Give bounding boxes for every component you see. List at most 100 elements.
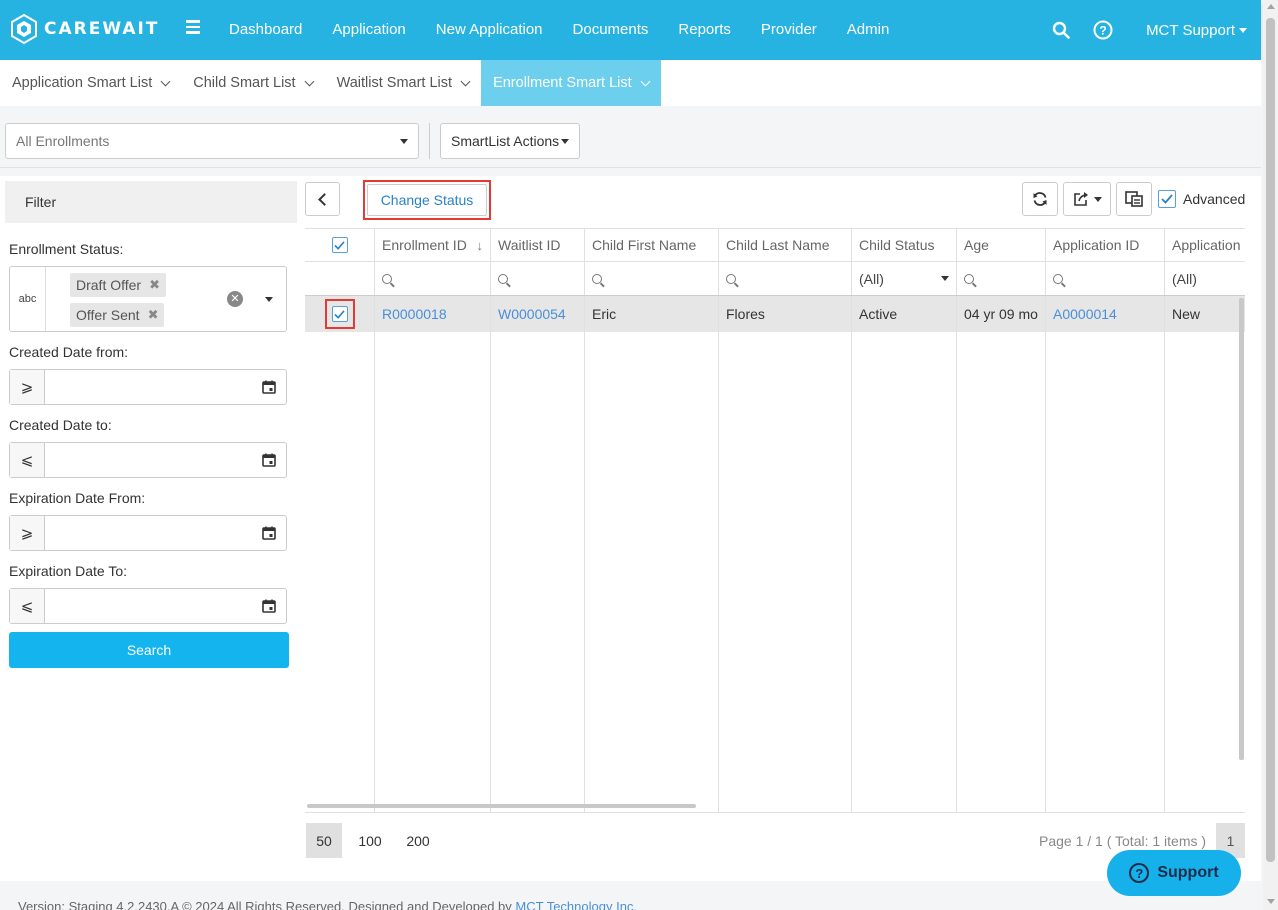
age-cell: 04 yr 09 mo — [957, 296, 1046, 332]
filter-cell-application-id[interactable] — [1046, 262, 1165, 295]
tab-waitlist-smart-list[interactable]: Waitlist Smart List — [325, 60, 481, 106]
application-id-link[interactable]: A0000014 — [1046, 296, 1165, 332]
column-header-application-id[interactable]: Application ID — [1046, 229, 1165, 261]
change-status-highlight: Change Status — [363, 180, 491, 220]
remove-tag-icon[interactable]: ✖ — [149, 277, 160, 293]
nav-dashboard[interactable]: Dashboard — [214, 0, 317, 60]
help-icon[interactable]: ? — [1092, 19, 1114, 41]
select-all-checkbox[interactable] — [331, 237, 348, 253]
search-icon — [1053, 273, 1063, 284]
horizontal-scrollbar[interactable] — [307, 804, 696, 808]
tab-child-smart-list[interactable]: Child Smart List — [181, 60, 324, 106]
footer-link[interactable]: MCT Technology Inc. — [515, 899, 637, 910]
created-from-label: Created Date from: — [9, 344, 129, 360]
footer-text: Version: Staging 4.2.2430.A © 2024 All R… — [18, 899, 516, 910]
enrollment-status-tagbox[interactable]: abc Draft Offer ✖ Offer Sent ✖ ✕ — [9, 266, 287, 332]
nav-reports[interactable]: Reports — [663, 0, 746, 60]
column-header-waitlist-id[interactable]: Waitlist ID — [491, 229, 585, 261]
column-header-age[interactable]: Age — [957, 229, 1046, 261]
filter-cell-application[interactable]: (All) — [1165, 262, 1245, 295]
page-size-100[interactable]: 100 — [350, 823, 390, 858]
column-header-enrollment-id[interactable]: Enrollment ID ↓ — [375, 229, 491, 261]
remove-tag-icon[interactable]: ✖ — [148, 307, 159, 323]
filter-value: (All) — [1172, 270, 1197, 287]
logo[interactable]: CAREWAIT — [10, 14, 159, 44]
operator-lte-button[interactable]: ⩽ — [10, 589, 45, 623]
export-button[interactable] — [1063, 182, 1111, 216]
page-scrollbar[interactable] — [1263, 0, 1278, 910]
user-menu[interactable]: MCT Support — [1146, 22, 1247, 39]
view-select[interactable]: All Enrollments — [5, 123, 419, 159]
column-chooser-icon — [1125, 191, 1143, 207]
created-from-input[interactable] — [46, 370, 246, 404]
caret-down-icon[interactable] — [265, 297, 273, 302]
filter-panel: Filter Enrollment Status: abc Draft Offe… — [0, 176, 297, 881]
nav-new-application[interactable]: New Application — [421, 0, 558, 60]
change-status-button[interactable]: Change Status — [367, 184, 487, 216]
column-header-application[interactable]: Application — [1165, 229, 1245, 261]
expiration-to-field: ⩽ — [9, 588, 287, 624]
filter-cell-empty — [305, 262, 375, 295]
support-button[interactable]: ? Support — [1107, 850, 1241, 896]
page-size-200[interactable]: 200 — [398, 823, 438, 858]
operator-gte-button[interactable]: ⩾ — [10, 370, 45, 404]
scroll-down-arrow-icon[interactable] — [1267, 899, 1275, 904]
column-chooser-button[interactable] — [1116, 182, 1152, 216]
filter-cell-child-status[interactable]: (All) — [852, 262, 957, 295]
last-name-cell: Flores — [719, 296, 852, 332]
nav-application[interactable]: Application — [317, 0, 420, 60]
operator-gte-button[interactable]: ⩾ — [10, 516, 45, 550]
first-name-cell: Eric — [585, 296, 719, 332]
waitlist-id-link[interactable]: W0000054 — [491, 296, 585, 332]
search-icon[interactable] — [1050, 19, 1072, 41]
filter-cell-enrollment-id[interactable] — [375, 262, 491, 295]
top-navbar: CAREWAIT Dashboard Application New Appli… — [0, 0, 1261, 60]
menu-toggle-icon[interactable] — [186, 20, 200, 34]
filter-cell-waitlist-id[interactable] — [491, 262, 585, 295]
nav-documents[interactable]: Documents — [558, 0, 664, 60]
collapse-filter-button[interactable] — [305, 182, 340, 216]
check-icon — [334, 309, 345, 319]
tab-enrollment-smart-list[interactable]: Enrollment Smart List — [481, 60, 661, 106]
tab-label: Enrollment Smart List — [493, 75, 632, 91]
table-row[interactable]: R0000018 W0000054 Eric Flores Active 04 … — [305, 296, 1245, 332]
operator-lte-button[interactable]: ⩽ — [10, 443, 45, 477]
filter-title: Filter — [25, 194, 57, 210]
advanced-checkbox[interactable] — [1158, 190, 1176, 208]
vertical-scrollbar[interactable] — [1239, 298, 1244, 760]
filter-cell-last-name[interactable] — [719, 262, 852, 295]
calendar-icon[interactable] — [262, 599, 276, 613]
row-checkbox[interactable] — [331, 306, 348, 322]
column-header-child-last-name[interactable]: Child Last Name — [719, 229, 852, 261]
smartlist-actions-select[interactable]: SmartList Actions — [440, 123, 580, 159]
column-header-child-status[interactable]: Child Status — [852, 229, 957, 261]
scroll-up-arrow-icon[interactable] — [1267, 4, 1275, 9]
search-icon — [592, 273, 602, 284]
page-size-50[interactable]: 50 — [306, 823, 342, 858]
advanced-toggle[interactable]: Advanced — [1158, 190, 1245, 208]
calendar-icon[interactable] — [262, 380, 276, 394]
calendar-icon[interactable] — [262, 526, 276, 540]
nav-admin[interactable]: Admin — [832, 0, 905, 60]
tab-application-smart-list[interactable]: Application Smart List — [0, 60, 181, 106]
filter-cell-age[interactable] — [957, 262, 1046, 295]
expiration-to-input[interactable] — [46, 589, 246, 623]
filter-value: (All) — [859, 270, 884, 287]
empty-column — [585, 332, 719, 812]
clear-icon[interactable]: ✕ — [227, 291, 243, 307]
created-to-input[interactable] — [46, 443, 246, 477]
status-tag-draft-offer: Draft Offer ✖ — [70, 273, 166, 297]
caret-down-icon — [400, 138, 408, 144]
filter-cell-first-name[interactable] — [585, 262, 719, 295]
search-icon — [726, 273, 736, 284]
column-header-child-first-name[interactable]: Child First Name — [585, 229, 719, 261]
expiration-from-field: ⩾ — [9, 515, 287, 551]
search-button[interactable]: Search — [9, 632, 289, 668]
refresh-button[interactable] — [1022, 182, 1058, 216]
text-type-icon: abc — [10, 267, 46, 331]
calendar-icon[interactable] — [262, 453, 276, 467]
nav-provider[interactable]: Provider — [746, 0, 832, 60]
scrollbar-thumb[interactable] — [1266, 18, 1275, 862]
expiration-from-input[interactable] — [46, 516, 246, 550]
enrollment-id-link[interactable]: R0000018 — [375, 296, 491, 332]
